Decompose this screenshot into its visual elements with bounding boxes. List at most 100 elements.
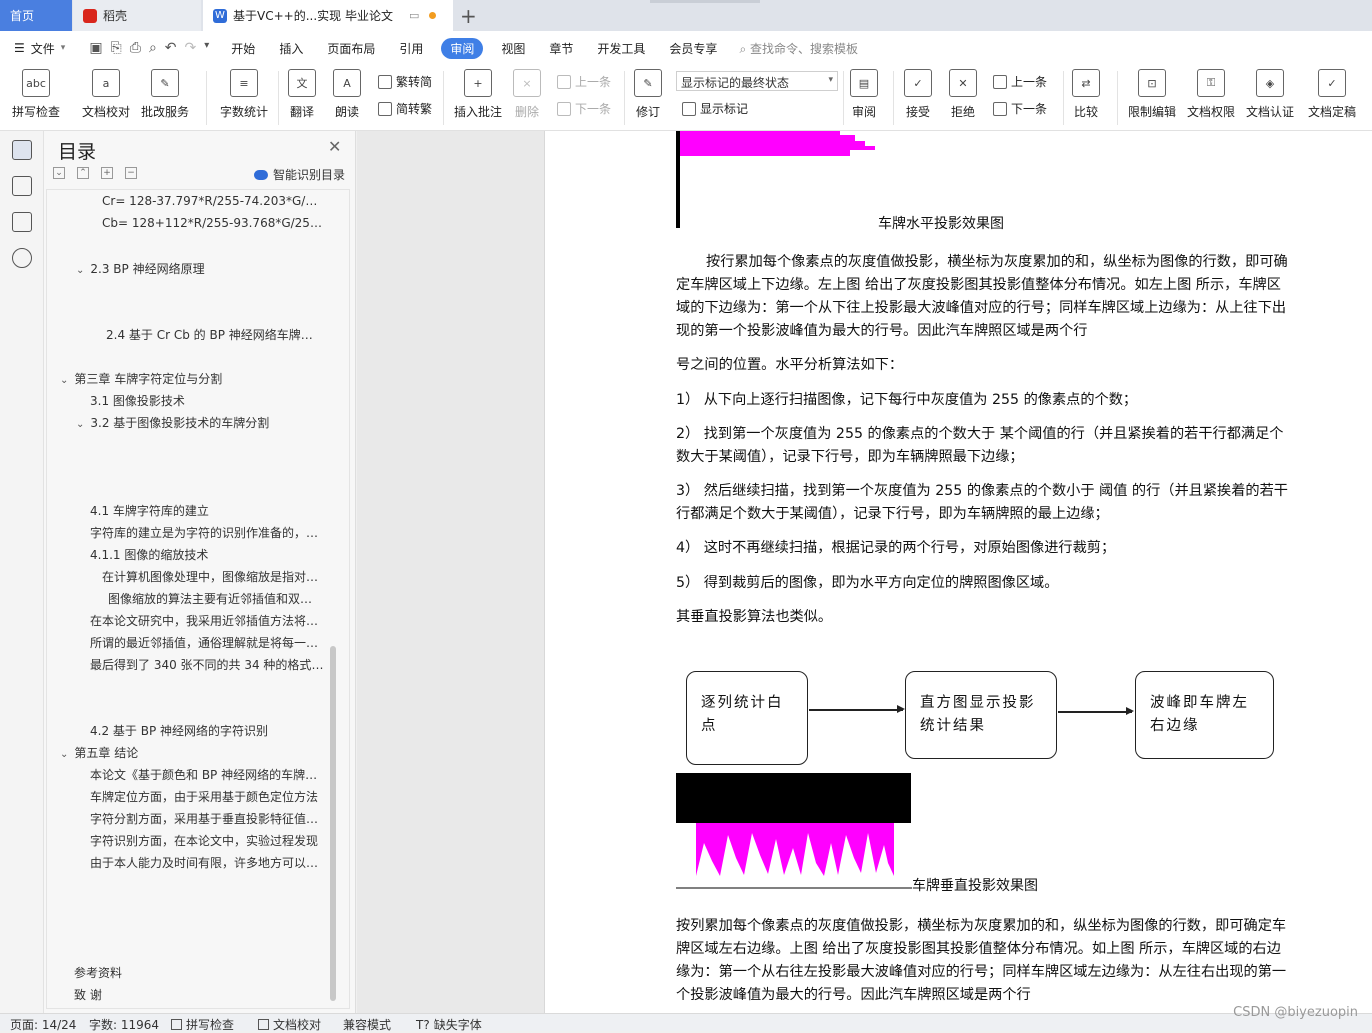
search-icon[interactable] xyxy=(12,248,32,268)
review-button[interactable]: ▤ 审阅 xyxy=(850,69,878,120)
toc-item[interactable]: 2.4 基于 Cr Cb 的 BP 神经网络车牌定位 xyxy=(106,326,324,343)
doc-permission-button[interactable]: ⚿ 文档权限 xyxy=(1187,69,1235,120)
show-markup-button[interactable]: 显示标记 xyxy=(682,100,748,117)
menu-start[interactable]: 开始 xyxy=(219,40,267,57)
toc-item[interactable]: 4.1 车牌字符库的建立 xyxy=(90,502,324,519)
toc-item[interactable]: 参考资料 xyxy=(74,964,308,981)
toc-item[interactable]: 字符分割方面，采用基于垂直投影特征值的方法 xyxy=(90,810,324,827)
chapter-nav-icon[interactable] xyxy=(12,176,32,196)
toc-item[interactable]: 致 谢 xyxy=(74,986,308,1003)
toc-item[interactable]: ⌄ 3.2 基于图像投影技术的车牌分割 xyxy=(76,414,326,431)
trad-to-simp-button[interactable]: 繁转简 xyxy=(378,73,432,90)
next-change-button[interactable]: 下一条 xyxy=(993,100,1047,117)
menu-developer[interactable]: 开发工具 xyxy=(585,40,657,57)
toc-item[interactable]: 3.1 图像投影技术 xyxy=(90,392,324,409)
list-item: 2） 找到第一个灰度值为 255 的像素点的个数大于 某个阈值的行（并且紧挨着的… xyxy=(676,426,1284,465)
menu-insert[interactable]: 插入 xyxy=(267,40,315,57)
doc-proof-toggle[interactable]: 文档校对 xyxy=(258,1016,321,1033)
toc-item[interactable]: ⌄ 第三章 车牌字符定位与分割 xyxy=(60,370,326,387)
bookmark-icon[interactable] xyxy=(12,212,32,232)
smart-toc-button[interactable]: 智能识别目录 xyxy=(254,166,345,183)
toc-scrollbar[interactable] xyxy=(330,646,336,1001)
toc-item[interactable]: ⌄ 第五章 结论 xyxy=(60,744,326,761)
remove-heading-icon[interactable]: − xyxy=(125,167,137,179)
toc-item[interactable]: 4.2 基于 BP 神经网络的字符识别 xyxy=(90,722,324,739)
tab-daoke[interactable]: 稻壳 xyxy=(73,0,201,31)
flow-step-count-columns: 逐列统计白点 xyxy=(686,671,808,765)
tab-document[interactable]: W 基于VC++的...实现 毕业论文 ▭ xyxy=(203,0,453,31)
toc-item-label: 2.3 BP 神经网络原理 xyxy=(90,262,205,276)
new-tab-button[interactable]: + xyxy=(460,4,477,28)
toc-item[interactable]: Cr= 128-37.797*R/255-74.203*G/255+112*B/… xyxy=(102,194,324,208)
toc-item[interactable]: 车牌定位方面，由于采用基于颜色定位方法 xyxy=(90,788,324,805)
print-icon[interactable]: ⎙ xyxy=(130,40,141,56)
save-icon[interactable]: ▣ xyxy=(89,40,102,56)
accept-button[interactable]: ✓ 接受 xyxy=(904,69,932,120)
tab-home[interactable]: 首页 xyxy=(0,0,72,31)
restrict-edit-button[interactable]: ⊡ 限制编辑 xyxy=(1128,69,1176,120)
add-heading-icon[interactable]: + xyxy=(101,167,113,179)
undo-icon[interactable]: ↶ xyxy=(165,40,177,56)
revise-button[interactable]: ✎ 修订 xyxy=(634,69,662,120)
delete-comment-button[interactable]: × 删除 xyxy=(513,69,541,120)
tab-document-label: 基于VC++的...实现 毕业论文 xyxy=(233,9,393,23)
next-comment-button[interactable]: 下一条 xyxy=(557,100,611,117)
chevron-down-icon[interactable]: ⌄ xyxy=(76,265,84,276)
toc-item[interactable]: 字符库的建立是为字符的识别作准备的，字符库 xyxy=(90,524,324,541)
doc-proof-button[interactable]: a 文档校对 xyxy=(82,69,130,120)
close-icon[interactable]: ✕ xyxy=(328,137,341,156)
toc-item[interactable]: Cb= 128+112*R/255-93.768*G/255-18.214*B/… xyxy=(102,216,324,230)
batch-service-button[interactable]: ✎ 批改服务 xyxy=(141,69,189,120)
menu-chapter[interactable]: 章节 xyxy=(537,40,585,57)
doc-certify-button[interactable]: ◈ 文档认证 xyxy=(1246,69,1294,120)
translate-button[interactable]: 文翻译 xyxy=(288,69,316,120)
page-indicator[interactable]: 页面: 14/24 xyxy=(10,1016,76,1033)
spell-check-toggle[interactable]: 拼写检查 xyxy=(171,1016,234,1033)
toc-item[interactable]: 4.1.1 图像的缩放技术 xyxy=(90,546,324,563)
menu-review[interactable]: 审阅 xyxy=(441,37,484,59)
menu-references[interactable]: 引用 xyxy=(387,40,435,57)
menu-view[interactable]: 视图 xyxy=(489,40,537,57)
collapse-all-icon[interactable]: ⌄ xyxy=(53,167,65,179)
read-aloud-button[interactable]: A 朗读 xyxy=(333,69,361,120)
markup-state-select[interactable]: 显示标记的最终状态 ▾ xyxy=(676,71,838,91)
toc-item[interactable]: 最后得到了 340 张不同的共 34 种的格式统一的 xyxy=(90,656,324,673)
word-count-indicator[interactable]: 字数: 11964 xyxy=(89,1016,159,1033)
reject-button[interactable]: ✕ 拒绝 xyxy=(949,69,977,120)
chevron-down-icon[interactable]: ⌄ xyxy=(60,375,68,386)
missing-font-indicator[interactable]: T? 缺失字体 xyxy=(416,1016,482,1033)
expand-up-icon[interactable]: ⌃ xyxy=(77,167,89,179)
reject-label: 拒绝 xyxy=(950,105,975,119)
redo-icon[interactable]: ↷ xyxy=(185,40,197,56)
simp-to-trad-button[interactable]: 简转繁 xyxy=(378,100,432,117)
list-item: 1） 从下向上逐行扫描图像，记下每行中灰度值为 255 的像素点的个数； xyxy=(676,392,1138,408)
spell-check-button[interactable]: abc 拼写检查 xyxy=(12,69,60,120)
review-ribbon: abc 拼写检查 a 文档校对 ✎ 批改服务 ≡ 字数统计 文翻译 A 朗读 繁转简 简转… xyxy=(0,65,1372,131)
print-preview-icon[interactable]: ⌕ xyxy=(149,40,157,56)
toc-item[interactable]: 在计算机图像处理中，图像缩放是指对数字图像 xyxy=(102,568,324,585)
toc-item[interactable]: ⌄ 2.3 BP 神经网络原理 xyxy=(76,260,326,277)
file-menu[interactable]: ☰ 文件 ▾ xyxy=(0,40,79,57)
document-page[interactable]: 车牌水平投影效果图 按行累加每个像素点的灰度值做投影，横坐标为灰度累加的和，纵坐… xyxy=(544,131,1372,1013)
toc-item[interactable]: 本论文《基于颜色和 BP 神经网络的车牌识别》 xyxy=(90,766,324,783)
toc-item[interactable]: 字符识别方面，在本论文中，实验过程发现 xyxy=(90,832,324,849)
chevron-down-icon[interactable]: ⌄ xyxy=(76,419,84,430)
monitor-icon[interactable]: ▭ xyxy=(409,9,419,22)
doc-finalize-button[interactable]: ✓ 文档定稿 xyxy=(1308,69,1356,120)
toc-item[interactable]: 图像缩放的算法主要有近邻插值和双线性插值 xyxy=(108,590,324,607)
toc-item[interactable]: 由于本人能力及时间有限，许多地方可以改进 xyxy=(90,854,324,871)
toc-item[interactable]: 所谓的最近邻插值，通俗理解就是将每一个原像素 xyxy=(90,634,324,651)
toc-panel-icon[interactable] xyxy=(12,140,32,160)
command-search[interactable]: ⌕ 查找命令、搜索模板 xyxy=(739,40,858,57)
prev-change-button[interactable]: 上一条 xyxy=(993,73,1047,90)
export-icon[interactable]: ⎘ xyxy=(111,40,122,56)
chevron-down-icon[interactable]: ⌄ xyxy=(60,749,68,760)
toc-item[interactable]: 在本论文研究中，我采用近邻插值方法将图像 xyxy=(90,612,324,629)
menu-page-layout[interactable]: 页面布局 xyxy=(315,40,387,57)
more-chevron-icon[interactable]: ▾ xyxy=(204,40,209,56)
compare-button[interactable]: ⇄ 比较 xyxy=(1072,69,1100,120)
menu-member[interactable]: 会员专享 xyxy=(657,40,729,57)
word-count-button[interactable]: ≡ 字数统计 xyxy=(220,69,268,120)
insert-comment-button[interactable]: + 插入批注 xyxy=(454,69,502,120)
prev-comment-button[interactable]: 上一条 xyxy=(557,73,611,90)
